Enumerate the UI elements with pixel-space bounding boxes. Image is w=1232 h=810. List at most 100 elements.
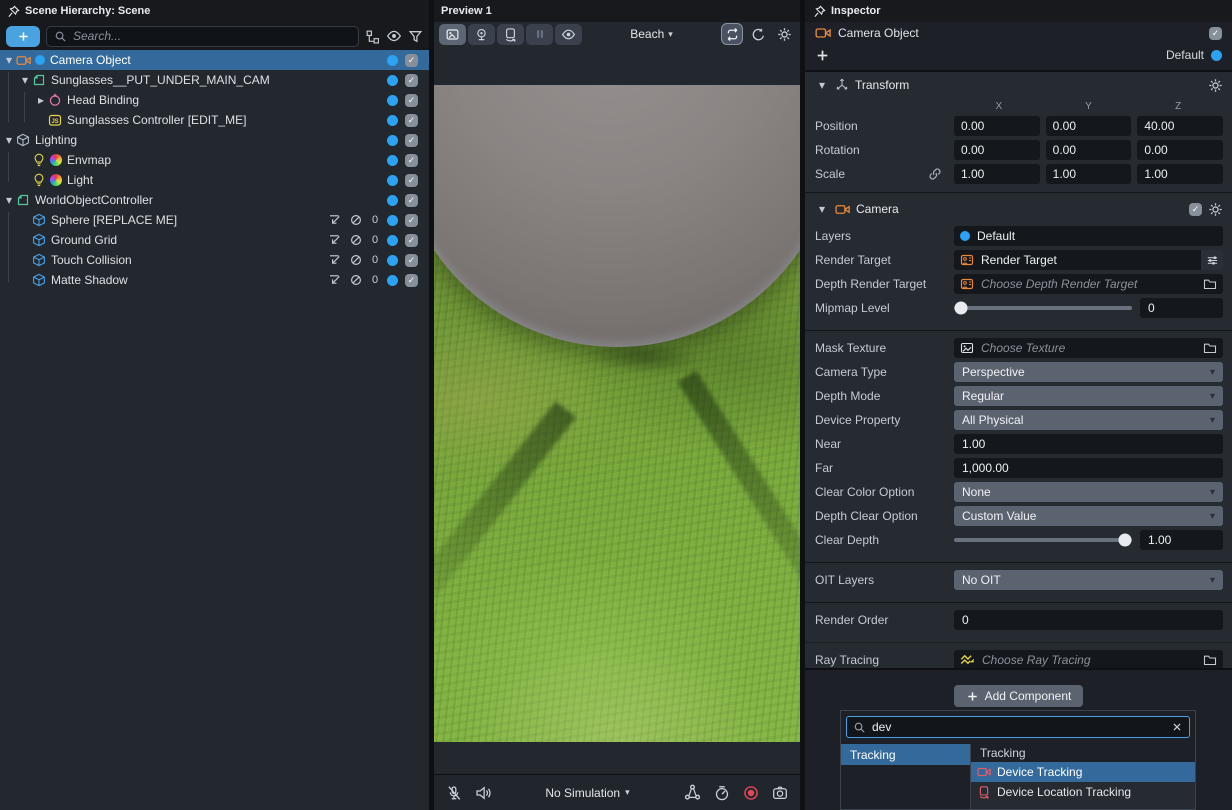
depth-clear-option-select[interactable]: Custom Value ▾ (954, 506, 1223, 526)
enabled-checkbox[interactable]: ✓ (405, 174, 418, 187)
link-scale-icon[interactable] (928, 167, 942, 181)
render-order-icon[interactable] (328, 233, 342, 247)
layers-field[interactable]: Default (954, 226, 1223, 246)
add-component-button[interactable]: Add Component (954, 685, 1084, 707)
clear-depth-value-input[interactable]: 1.00 (1140, 530, 1223, 550)
layer-dot[interactable] (387, 115, 398, 126)
render-target-field[interactable]: Render Target (954, 250, 1223, 270)
no-material-icon[interactable] (349, 213, 363, 227)
performance-button[interactable] (714, 785, 730, 801)
position-x-input[interactable]: 0.00 (954, 116, 1040, 136)
device-motion-button[interactable] (684, 784, 701, 801)
clear-search-button[interactable] (1171, 721, 1183, 733)
rotation-x-input[interactable]: 0.00 (954, 140, 1040, 160)
rotation-y-input[interactable]: 0.00 (1046, 140, 1132, 160)
preview-settings-button[interactable] (773, 23, 795, 45)
camera-type-select[interactable]: Perspective ▾ (954, 362, 1223, 382)
layer-dot[interactable] (387, 155, 398, 166)
browse-button[interactable] (1203, 653, 1217, 667)
tree-row-lighting[interactable]: ▾ Lighting ✓ (0, 130, 429, 150)
chevron-down-icon[interactable]: ▾ (18, 73, 32, 87)
preview-viewport[interactable] (434, 46, 800, 774)
result-device-tracking[interactable]: Device Tracking (971, 762, 1195, 782)
render-order-icon[interactable] (328, 253, 342, 267)
enabled-checkbox[interactable]: ✓ (405, 214, 418, 227)
layer-dot[interactable] (387, 235, 398, 246)
tree-row-touch-collision[interactable]: Touch Collision 0 ✓ (0, 250, 429, 270)
reset-preview-button[interactable] (747, 23, 769, 45)
gear-icon[interactable] (1208, 202, 1223, 217)
filter-button[interactable] (408, 29, 423, 44)
expand-tree-button[interactable] (365, 29, 380, 44)
no-material-icon[interactable] (349, 273, 363, 287)
render-order-input[interactable]: 0 (954, 610, 1223, 630)
transform-section-header[interactable]: ▾ Transform (805, 72, 1232, 98)
speaker-button[interactable] (475, 785, 491, 801)
layer-dot[interactable] (387, 255, 398, 266)
layer-dot[interactable] (387, 195, 398, 206)
tree-row-envmap[interactable]: Envmap ✓ (0, 150, 429, 170)
no-material-icon[interactable] (349, 253, 363, 267)
position-y-input[interactable]: 0.00 (1046, 116, 1132, 136)
layer-dot[interactable] (387, 275, 398, 286)
record-button[interactable] (743, 785, 759, 801)
slider-knob[interactable] (955, 302, 968, 315)
oit-layers-select[interactable]: No OIT ▾ (954, 570, 1223, 590)
tree-row-sunglasses[interactable]: ▾ Sunglasses__PUT_UNDER_MAIN_CAM ✓ (0, 70, 429, 90)
enabled-checkbox[interactable]: ✓ (405, 54, 418, 67)
layer-dot[interactable] (387, 175, 398, 186)
enabled-checkbox[interactable]: ✓ (405, 274, 418, 287)
enabled-checkbox[interactable]: ✓ (405, 234, 418, 247)
enabled-checkbox[interactable]: ✓ (405, 94, 418, 107)
slider-knob[interactable] (1118, 534, 1131, 547)
hierarchy-search-input[interactable]: Search... (46, 26, 359, 47)
enabled-checkbox[interactable]: ✓ (405, 154, 418, 167)
enabled-checkbox[interactable]: ✓ (405, 74, 418, 87)
position-z-input[interactable]: 40.00 (1137, 116, 1223, 136)
layer-dot[interactable] (1211, 50, 1222, 61)
tree-row-matte-shadow[interactable]: Matte Shadow 0 ✓ (0, 270, 429, 290)
hide-ui-button[interactable] (555, 24, 582, 45)
enabled-checkbox[interactable]: ✓ (405, 194, 418, 207)
mipmap-slider[interactable] (954, 306, 1132, 310)
image-mode-button[interactable] (439, 24, 466, 45)
scale-z-input[interactable]: 1.00 (1137, 164, 1223, 184)
environment-dropdown[interactable]: Beach ▾ (630, 27, 673, 41)
layer-dot[interactable] (387, 95, 398, 106)
browse-button[interactable] (1203, 277, 1217, 291)
chevron-down-icon[interactable]: ▾ (2, 193, 16, 207)
pause-button[interactable] (526, 24, 553, 45)
tree-row-ground-grid[interactable]: Ground Grid 0 ✓ (0, 230, 429, 250)
chevron-down-icon[interactable]: ▾ (2, 53, 16, 67)
device-rotate-button[interactable] (497, 24, 524, 45)
tree-row-worldobjectcontroller[interactable]: ▾ WorldObjectController ✓ (0, 190, 429, 210)
layer-dot[interactable] (387, 135, 398, 146)
add-object-button[interactable] (6, 26, 40, 47)
gear-icon[interactable] (1208, 78, 1223, 93)
snapshot-button[interactable] (772, 785, 788, 801)
scale-y-input[interactable]: 1.00 (1046, 164, 1132, 184)
layer-dot[interactable] (387, 215, 398, 226)
render-target-options-button[interactable] (1201, 250, 1223, 270)
result-device-location-tracking[interactable]: Device Location Tracking (971, 782, 1195, 802)
device-property-select[interactable]: All Physical ▾ (954, 410, 1223, 430)
tree-row-sunglasses-controller[interactable]: Sunglasses Controller [EDIT_ME] ✓ (0, 110, 429, 130)
restart-loop-button[interactable] (721, 23, 743, 45)
camera-section-header[interactable]: ▾ Camera ✓ (805, 196, 1232, 222)
tree-row-head-binding[interactable]: ▸ Head Binding ✓ (0, 90, 429, 110)
far-input[interactable]: 1,000.00 (954, 458, 1223, 478)
scale-x-input[interactable]: 1.00 (954, 164, 1040, 184)
chevron-right-icon[interactable]: ▸ (34, 93, 48, 107)
tree-row-light[interactable]: Light ✓ (0, 170, 429, 190)
object-enabled-checkbox[interactable]: ✓ (1209, 27, 1222, 40)
ray-tracing-field[interactable]: Choose Ray Tracing (954, 650, 1223, 670)
tree-row-sphere[interactable]: Sphere [REPLACE ME] 0 ✓ (0, 210, 429, 230)
browse-button[interactable] (1203, 341, 1217, 355)
mipmap-value-input[interactable]: 0 (1140, 298, 1223, 318)
webcam-mode-button[interactable] (468, 24, 495, 45)
component-search-input[interactable]: dev (846, 716, 1190, 738)
enabled-checkbox[interactable]: ✓ (405, 254, 418, 267)
render-order-icon[interactable] (328, 273, 342, 287)
camera-enabled-checkbox[interactable]: ✓ (1189, 203, 1202, 216)
enabled-checkbox[interactable]: ✓ (405, 134, 418, 147)
